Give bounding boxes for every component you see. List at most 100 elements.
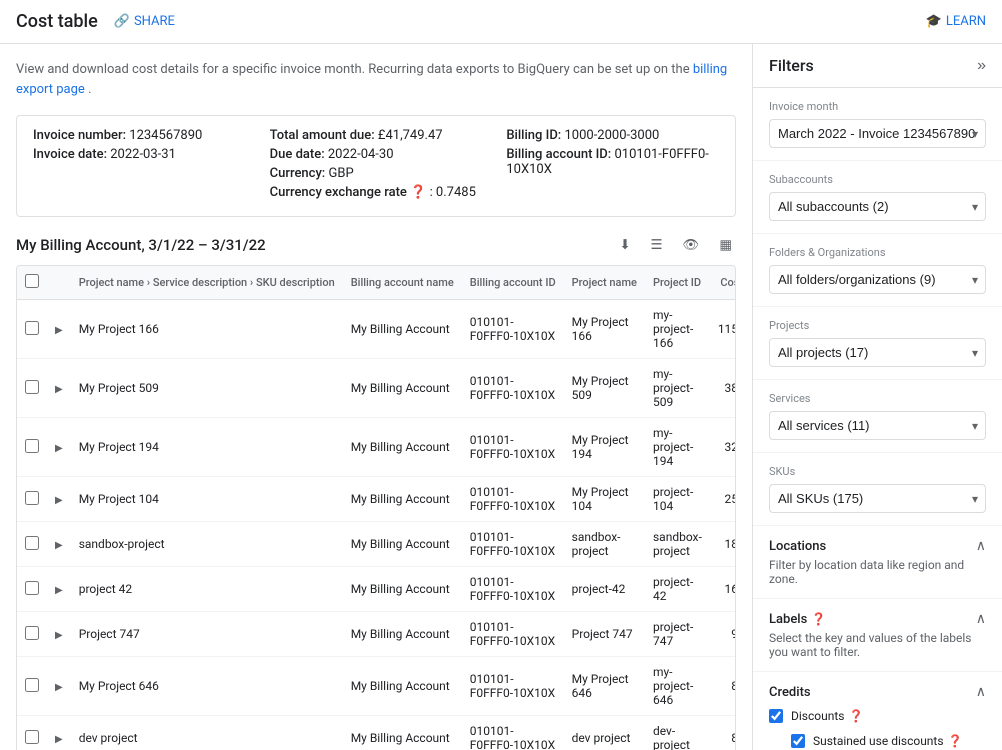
- row-expand-icon[interactable]: ▶: [55, 443, 63, 454]
- row-expand-cell: ▶: [47, 716, 71, 750]
- header-project-name-col[interactable]: Project name: [564, 266, 645, 300]
- skus-select[interactable]: All SKUs (175): [769, 484, 986, 513]
- learn-button[interactable]: 🎓 LEARN: [926, 14, 986, 29]
- header-cost[interactable]: Cost (£) ↓: [710, 266, 735, 300]
- exchange-rate-row: Currency exchange rate ❓ : 0.7485: [270, 185, 483, 200]
- invoice-date-row: Invoice date: 2022-03-31: [33, 147, 246, 162]
- table-scroll[interactable]: Project name › Service description › SKU…: [17, 266, 735, 750]
- row-checkbox-cell: [17, 359, 47, 418]
- row-checkbox-cell: [17, 716, 47, 750]
- row-expand-icon[interactable]: ▶: [55, 495, 63, 506]
- row-checkbox[interactable]: [25, 491, 39, 505]
- header-project-id[interactable]: Project ID: [645, 266, 710, 300]
- projects-label: Projects: [769, 319, 986, 332]
- currency-row: Currency: GBP: [270, 166, 483, 181]
- row-checkbox[interactable]: [25, 678, 39, 692]
- table-row: ▶ My Project 166 My Billing Account 0101…: [17, 300, 735, 359]
- select-all-checkbox[interactable]: [25, 274, 39, 288]
- filters-title: Filters: [769, 56, 814, 75]
- billing-id-row: Billing ID: 1000-2000-3000: [506, 128, 719, 143]
- invoice-col-1: Invoice number: 1234567890 Invoice date:…: [33, 128, 246, 204]
- row-billing-name: My Billing Account: [343, 477, 462, 522]
- row-checkbox[interactable]: [25, 321, 39, 335]
- subaccounts-select[interactable]: All subaccounts (2): [769, 192, 986, 221]
- folders-label: Folders & Organizations: [769, 246, 986, 259]
- sustained-checkbox[interactable]: [791, 734, 805, 748]
- row-checkbox[interactable]: [25, 439, 39, 453]
- row-checkbox-cell: [17, 418, 47, 477]
- table-row: ▶ Project 747 My Billing Account 010101-…: [17, 612, 735, 657]
- labels-help-icon[interactable]: ❓: [811, 612, 826, 626]
- projects-select[interactable]: All projects (17): [769, 338, 986, 367]
- row-cost: 2547.98: [710, 477, 735, 522]
- row-expand-icon[interactable]: ▶: [55, 630, 63, 641]
- row-checkbox-cell: [17, 612, 47, 657]
- row-checkbox[interactable]: [25, 626, 39, 640]
- header-billing-account-id[interactable]: Billing account ID: [462, 266, 564, 300]
- section-header: My Billing Account, 3/1/22 – 3/31/22 ⬇ ☰…: [16, 233, 736, 257]
- credits-collapse-icon[interactable]: ∧: [976, 684, 986, 700]
- locations-title: Locations: [769, 539, 826, 554]
- invoice-month-select[interactable]: March 2022 - Invoice 1234567890: [769, 119, 986, 148]
- folders-select[interactable]: All folders/organizations (9): [769, 265, 986, 294]
- row-checkbox[interactable]: [25, 581, 39, 595]
- table-row: ▶ My Project 104 My Billing Account 0101…: [17, 477, 735, 522]
- main-layout: View and download cost details for a spe…: [0, 44, 1002, 750]
- invoice-month-select-wrapper: March 2022 - Invoice 1234567890: [769, 119, 986, 148]
- exchange-rate-help-icon[interactable]: ❓: [410, 185, 426, 200]
- row-checkbox-cell: [17, 567, 47, 612]
- discounts-checkbox[interactable]: [769, 709, 783, 723]
- row-billing-id: 010101-F0FFF0-10X10X: [462, 477, 564, 522]
- chart-button[interactable]: ▦: [715, 233, 736, 257]
- skus-select-wrapper: All SKUs (175): [769, 484, 986, 513]
- row-checkbox-cell: [17, 477, 47, 522]
- row-project-id: project-42: [645, 567, 710, 612]
- row-cost: 800.40: [710, 716, 735, 750]
- row-cost: 906.06: [710, 612, 735, 657]
- row-billing-name: My Billing Account: [343, 300, 462, 359]
- row-expand-icon[interactable]: ▶: [55, 585, 63, 596]
- row-project-id: dev-project: [645, 716, 710, 750]
- columns-icon: ☰: [651, 237, 663, 253]
- visibility-button[interactable]: 👁: [678, 233, 703, 257]
- row-billing-id: 010101-F0FFF0-10X10X: [462, 657, 564, 716]
- invoice-month-label: Invoice month: [769, 100, 986, 113]
- sustained-help-icon[interactable]: ❓: [948, 734, 963, 748]
- header-project-name[interactable]: Project name › Service description › SKU…: [71, 266, 343, 300]
- row-checkbox[interactable]: [25, 536, 39, 550]
- row-project-name: My Project 166: [564, 300, 645, 359]
- row-expand-icon[interactable]: ▶: [55, 682, 63, 693]
- discounts-help-icon[interactable]: ❓: [848, 709, 863, 723]
- row-expand-icon[interactable]: ▶: [55, 734, 63, 745]
- invoice-col-2: Total amount due: £41,749.47 Due date: 2…: [270, 128, 483, 204]
- table-row: ▶ My Project 509 My Billing Account 0101…: [17, 359, 735, 418]
- row-expand-icon[interactable]: ▶: [55, 540, 63, 551]
- row-checkbox-cell: [17, 300, 47, 359]
- row-billing-name: My Billing Account: [343, 418, 462, 477]
- labels-filter: Labels ❓ ∧ Select the key and values of …: [753, 599, 1002, 672]
- billing-account-row: Billing account ID: 010101-F0FFF0-10X10X: [506, 147, 719, 177]
- row-project-name: dev project: [564, 716, 645, 750]
- locations-collapse-icon: ∧: [976, 538, 986, 554]
- chart-icon: ▦: [719, 237, 732, 253]
- row-expand-icon[interactable]: ▶: [55, 384, 63, 395]
- services-select[interactable]: All services (11): [769, 411, 986, 440]
- description-text: View and download cost details for a spe…: [16, 60, 736, 99]
- share-button[interactable]: 🔗 SHARE: [114, 14, 175, 29]
- labels-header[interactable]: Labels ❓ ∧: [769, 611, 986, 627]
- row-expand-icon[interactable]: ▶: [55, 325, 63, 336]
- row-billing-id: 010101-F0FFF0-10X10X: [462, 567, 564, 612]
- row-project-name: My Project 194: [564, 418, 645, 477]
- row-billing-id: 010101-F0FFF0-10X10X: [462, 716, 564, 750]
- row-project-id: my-project-509: [645, 359, 710, 418]
- locations-header[interactable]: Locations ∧: [769, 538, 986, 554]
- row-checkbox[interactable]: [25, 730, 39, 744]
- columns-button[interactable]: ☰: [647, 233, 667, 257]
- header-billing-account-name[interactable]: Billing account name: [343, 266, 462, 300]
- row-checkbox[interactable]: [25, 380, 39, 394]
- row-billing-id: 010101-F0FFF0-10X10X: [462, 359, 564, 418]
- collapse-sidebar-button[interactable]: »: [977, 57, 986, 75]
- row-project-id: project-104: [645, 477, 710, 522]
- row-billing-id: 010101-F0FFF0-10X10X: [462, 612, 564, 657]
- download-button[interactable]: ⬇: [615, 233, 634, 257]
